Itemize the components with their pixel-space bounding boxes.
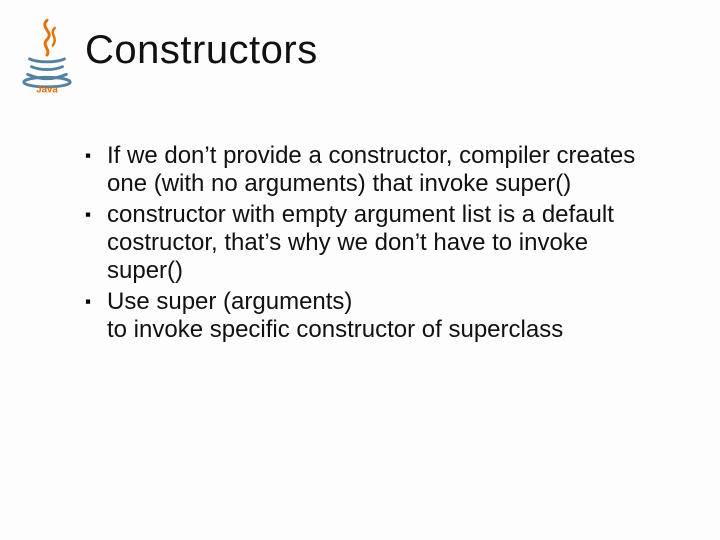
- slide-title: Constructors: [85, 28, 318, 73]
- bullet-marker-icon: ▪: [85, 201, 107, 229]
- bullet-item: ▪ Use super (arguments)to invoke specifi…: [85, 288, 670, 345]
- bullet-text: Use super (arguments)to invoke specific …: [107, 288, 670, 345]
- bullet-marker-icon: ▪: [85, 142, 107, 170]
- bullet-marker-icon: ▪: [85, 288, 107, 316]
- bullet-list: ▪ If we don’t provide a constructor, com…: [85, 142, 670, 346]
- bullet-item: ▪ If we don’t provide a constructor, com…: [85, 142, 670, 199]
- svg-text:Java: Java: [36, 85, 58, 94]
- bullet-text: constructor with empty argument list is …: [107, 201, 670, 286]
- java-logo-icon: Java: [18, 18, 76, 99]
- bullet-item: ▪ constructor with empty argument list i…: [85, 201, 670, 286]
- slide: Java Constructors ▪ If we don’t provide …: [0, 0, 720, 540]
- bullet-text: If we don’t provide a constructor, compi…: [107, 142, 670, 199]
